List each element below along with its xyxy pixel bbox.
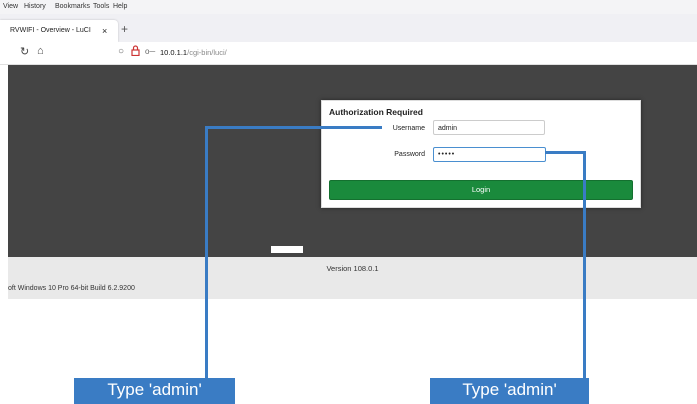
address-bar[interactable]: 10.0.1.1/cgi-bin/luci/	[160, 48, 227, 57]
lock-icon[interactable]	[131, 45, 140, 59]
url-path: /cgi-bin/luci/	[187, 48, 227, 57]
os-build-text: oft Windows 10 Pro 64-bit Build 6.2.9200	[8, 285, 135, 292]
username-callout-label: Type 'admin'	[74, 378, 235, 404]
footer: Version 108.0.1 oft Windows 10 Pro 64-bi…	[8, 257, 697, 299]
navigation-bar: ↻ ⌂ ○ o─ 10.0.1.1/cgi-bin/luci/	[0, 42, 697, 65]
progress-indicator	[271, 246, 303, 253]
shield-icon[interactable]: ○	[118, 46, 124, 57]
reload-icon[interactable]: ↻	[20, 45, 29, 58]
browser-tab[interactable]: RVWIFI - Overview - LuCI ×	[0, 20, 118, 42]
username-callout-line-horizontal	[205, 126, 382, 129]
login-panel: Authorization Required Username admin Pa…	[321, 100, 641, 208]
password-label: Password	[394, 151, 425, 158]
username-input[interactable]: admin	[433, 120, 545, 135]
password-input[interactable]: •••••	[433, 147, 546, 162]
menu-bar: View History Bookmarks Tools Help	[0, 0, 697, 14]
password-callout-line-vertical	[583, 151, 586, 378]
tab-title: RVWIFI - Overview - LuCI	[10, 27, 91, 34]
panel-title: Authorization Required	[329, 107, 423, 117]
new-tab-icon[interactable]: +	[121, 22, 128, 36]
username-callout-line-vertical	[205, 126, 208, 378]
close-icon[interactable]: ×	[102, 20, 107, 42]
menu-bookmarks[interactable]: Bookmarks	[55, 3, 90, 10]
password-callout-label: Type 'admin'	[430, 378, 589, 404]
password-callout-line-horizontal	[545, 151, 586, 154]
menu-help[interactable]: Help	[113, 3, 127, 10]
version-text: Version 108.0.1	[326, 264, 379, 273]
login-button[interactable]: Login	[329, 180, 633, 200]
home-icon[interactable]: ⌂	[37, 45, 44, 57]
menu-view[interactable]: View	[3, 3, 18, 10]
menu-tools[interactable]: Tools	[93, 3, 109, 10]
url-host: 10.0.1.1	[160, 48, 188, 57]
menu-history[interactable]: History	[24, 3, 46, 10]
key-icon[interactable]: o─	[145, 47, 155, 56]
